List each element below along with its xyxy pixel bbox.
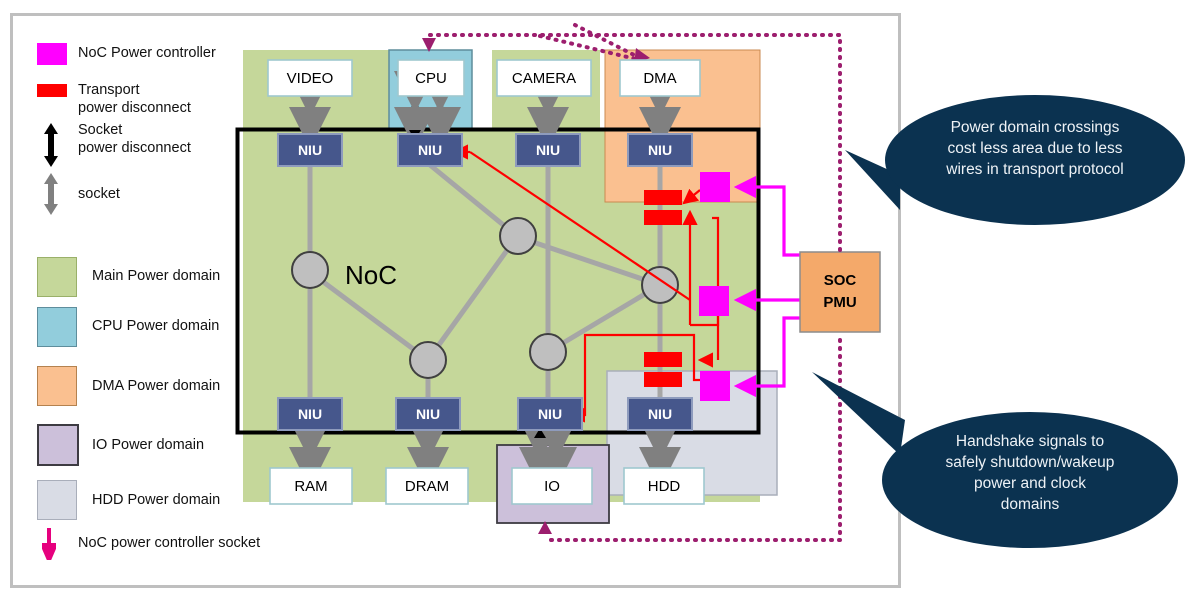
soc-pmu-line1: SOC	[823, 272, 857, 290]
niu-label[interactable]: NIU	[628, 134, 692, 166]
callout-text-handshake-signals: Handshake signals to safely shutdown/wak…	[945, 433, 1115, 513]
legend-swatch-hdd-power-domain	[37, 480, 77, 520]
soc-pmu-line2: PMU	[823, 294, 857, 311]
callout-text-power-domain-crossings: Power domain crossings cost less area du…	[946, 119, 1124, 178]
transport-power-disconnect-bar	[644, 352, 682, 367]
router-node	[499, 217, 537, 255]
ip-block-dram[interactable]: DRAM	[386, 468, 468, 504]
niu-label[interactable]: NIU	[278, 398, 342, 430]
niu-label[interactable]: NIU	[516, 134, 580, 166]
legend-icon-socket-power-disconnect-arrow	[43, 123, 59, 167]
noc-power-controller-square[interactable]	[699, 286, 729, 316]
legend-swatch-io-power-domain	[37, 424, 79, 466]
transport-power-disconnect-bar	[644, 372, 682, 387]
router-node	[529, 333, 567, 371]
noc-power-controller-square[interactable]	[700, 172, 730, 202]
ip-block-io[interactable]: IO	[512, 468, 592, 504]
noc-power-controller-square[interactable]	[700, 371, 730, 401]
transport-power-disconnect-bar	[644, 190, 682, 205]
ip-block-hdd[interactable]: HDD	[624, 468, 704, 504]
legend-label-dma-power-domain: DMA Power domain	[92, 378, 221, 394]
noc-label: NoC	[345, 260, 398, 290]
niu-label[interactable]: NIU	[278, 134, 342, 166]
noc-power-controller-socket-icon	[39, 528, 59, 566]
soc-pmu-label[interactable]: SOC PMU	[800, 252, 880, 332]
transport-power-disconnect-bar	[644, 210, 682, 225]
legend-swatch-noc-power-controller	[37, 43, 67, 65]
diagram-canvas: NoC Power controller Transport power dis…	[0, 0, 1200, 601]
legend-label-socket: socket	[78, 186, 120, 202]
legend-swatch-cpu-power-domain	[37, 307, 77, 347]
ip-block-camera[interactable]: CAMERA	[497, 60, 591, 96]
legend-label-main-power-domain: Main Power domain	[92, 268, 221, 284]
ip-block-ram[interactable]: RAM	[270, 468, 352, 504]
niu-label[interactable]: NIU	[518, 398, 582, 430]
legend-label-cpu-power-domain: CPU Power domain	[92, 318, 220, 334]
ip-block-dma[interactable]: DMA	[620, 60, 700, 96]
ip-block-video[interactable]: VIDEO	[268, 60, 352, 96]
legend-label-noc-power-controller: NoC Power controller	[78, 45, 216, 61]
niu-label[interactable]: NIU	[396, 398, 460, 430]
legend-icon-socket-arrow	[43, 173, 59, 215]
niu-label[interactable]: NIU	[628, 398, 692, 430]
legend-label-hdd-power-domain: HDD Power domain	[92, 492, 221, 508]
legend-label-noc-power-controller-socket: NoC power controller socket	[78, 535, 261, 551]
legend-label-transport-power-disconnect: Transport power disconnect	[78, 82, 191, 116]
legend-swatch-main-power-domain	[37, 257, 77, 297]
router-node	[409, 341, 447, 379]
legend-label-socket-power-disconnect: Socket power disconnect	[78, 122, 191, 156]
router-node	[291, 251, 329, 289]
niu-label[interactable]: NIU	[398, 134, 462, 166]
legend-label-io-power-domain: IO Power domain	[92, 437, 205, 453]
legend-swatch-transport-power-disconnect	[37, 84, 67, 97]
legend-swatch-dma-power-domain	[37, 366, 77, 406]
ip-block-cpu[interactable]: CPU	[398, 60, 464, 96]
